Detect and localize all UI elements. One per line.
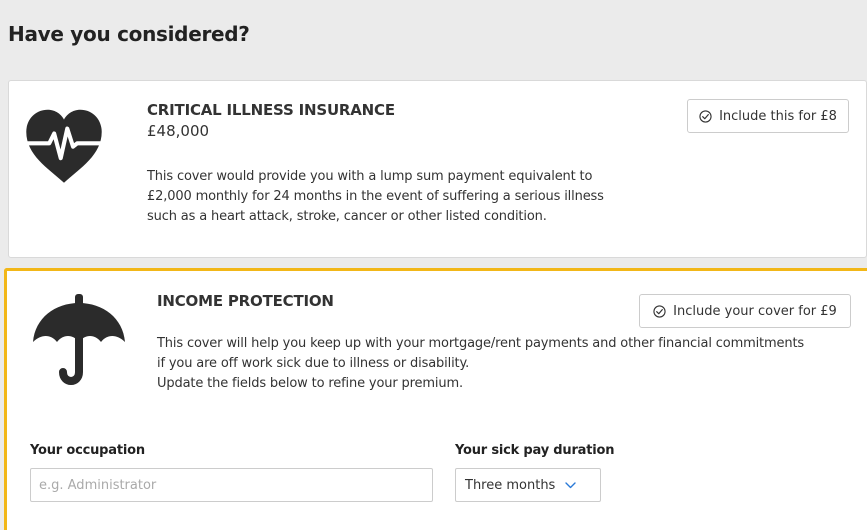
income-protection-card: INCOME PROTECTION This cover will help y… [4, 268, 867, 530]
include-income-protection-button[interactable]: Include your cover for £9 [639, 294, 851, 328]
occupation-label: Your occupation [30, 443, 145, 458]
description-line: if you are off work sick due to illness … [157, 356, 470, 371]
include-critical-illness-button[interactable]: Include this for £8 [687, 99, 849, 133]
heart-pulse-icon [25, 109, 103, 183]
critical-illness-title: CRITICAL ILLNESS INSURANCE [147, 101, 395, 119]
description-line: This cover would provide you with a lump… [147, 169, 593, 184]
critical-illness-card: CRITICAL ILLNESS INSURANCE £48,000 This … [8, 80, 867, 258]
chevron-down-icon [565, 481, 577, 488]
description-line: such as a heart attack, stroke, cancer o… [147, 209, 547, 224]
check-circle-icon [653, 304, 666, 318]
description-line: Update the fields below to refine your p… [157, 376, 463, 391]
critical-illness-amount: £48,000 [147, 122, 210, 140]
income-protection-description: This cover will help you keep up with yo… [157, 334, 804, 394]
section-heading: Have you considered? [8, 22, 250, 46]
check-circle-icon [699, 109, 712, 123]
critical-illness-description: This cover would provide you with a lump… [147, 167, 604, 227]
occupation-input[interactable] [30, 468, 433, 502]
income-protection-title: INCOME PROTECTION [157, 292, 334, 310]
umbrella-icon [33, 294, 125, 385]
include-income-protection-label: Include your cover for £9 [673, 303, 837, 319]
description-line: £2,000 monthly for 24 months in the even… [147, 189, 604, 204]
sick-pay-duration-label: Your sick pay duration [455, 443, 615, 458]
sick-pay-duration-select[interactable]: Three months [455, 468, 601, 502]
description-line: This cover will help you keep up with yo… [157, 336, 805, 351]
include-critical-illness-label: Include this for £8 [719, 108, 837, 124]
sick-pay-duration-value: Three months [465, 477, 556, 493]
